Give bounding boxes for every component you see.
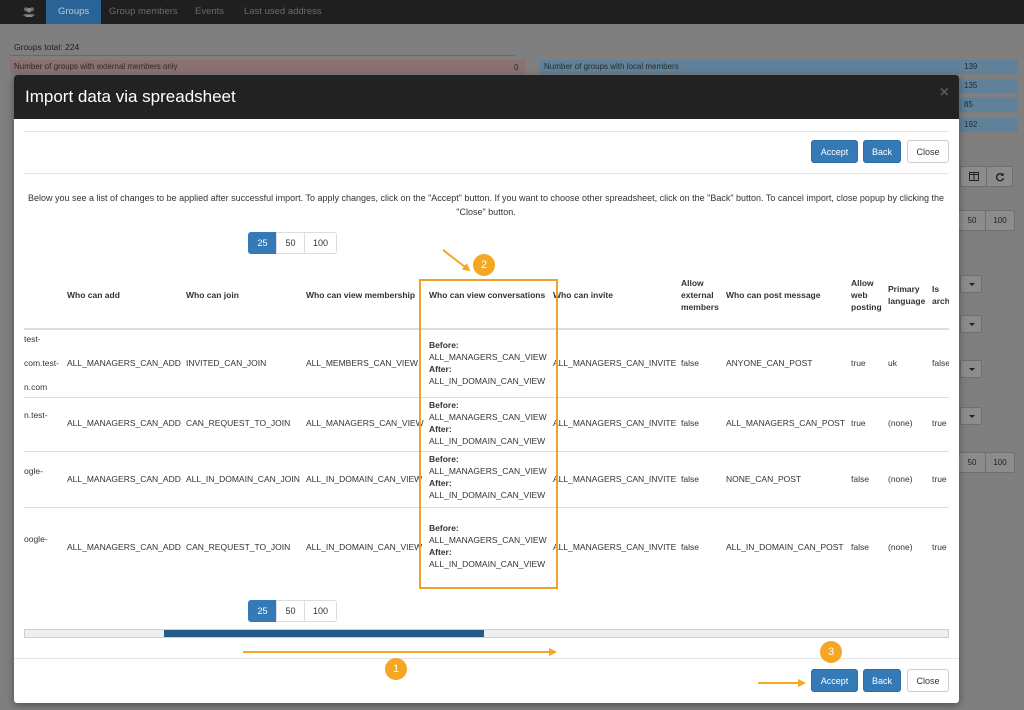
step-badge-1: 1 <box>385 658 407 680</box>
step-badge-3: 3 <box>820 641 842 663</box>
column-arrow <box>442 249 471 272</box>
annotation-arrows <box>243 249 806 687</box>
step-badge-2: 2 <box>473 254 495 276</box>
